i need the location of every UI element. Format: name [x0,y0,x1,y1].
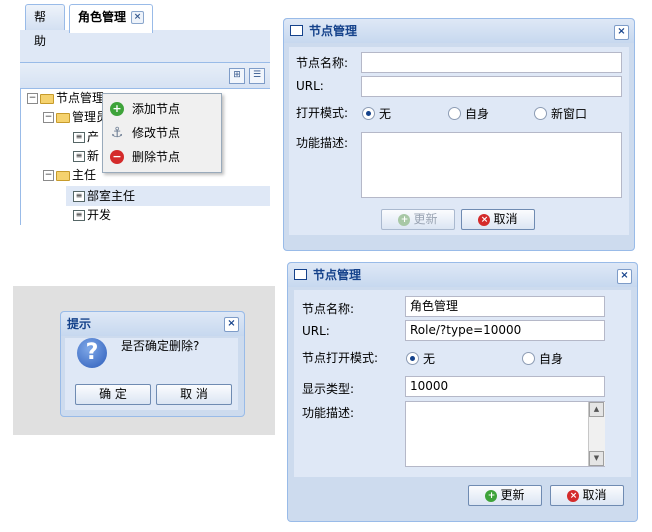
node-name-input[interactable]: 角色管理 [405,296,605,317]
node-dialog-top: 节点管理 × 节点名称: URL: 打开模式: 无 自身 新窗口 功能描述: +… [283,18,635,251]
tab-label: 角色管理 [78,10,127,24]
open-mode-label: 节点打开模式: [302,351,379,365]
close-icon[interactable]: × [131,11,145,24]
node-name-input[interactable] [361,52,622,73]
folder-open-icon [56,112,70,123]
description-textarea[interactable] [405,401,605,467]
context-menu: + 添加节点 ⚓ 修改节点 − 删除节点 [102,93,222,173]
cancel-button[interactable]: × 取消 [461,209,535,230]
tree-leaf[interactable]: ≡ 新 [73,147,99,165]
anchor-icon: ⚓ [110,125,124,141]
tree-leaf-dev[interactable]: ≡ 开发 [73,206,111,224]
radio-none[interactable] [406,352,419,365]
dialog-header: 节点管理 [284,19,634,43]
dialog-title: 节点管理 [313,268,362,282]
url-input[interactable]: Role/?type=10000 [405,320,605,341]
name-label: 节点名称: [302,302,355,316]
collapse-icon[interactable]: − [43,112,54,123]
tree-leaf-dept-director[interactable]: ≡ 部室主任 [73,187,135,205]
leaf-node-icon: ≡ [73,191,85,202]
confirm-cancel-button[interactable]: 取 消 [156,384,232,405]
dialog-header: 节点管理 [288,263,637,287]
scroll-down-icon[interactable]: ▼ [589,451,604,466]
url-label: URL: [302,324,330,338]
description-textarea[interactable] [361,132,622,198]
tree-node-root[interactable]: − 节点管理 [27,89,104,107]
scrollbar[interactable]: ▲ ▼ [588,402,605,466]
add-icon: + [110,102,124,116]
folder-open-icon [56,170,70,181]
update-button[interactable]: + 更新 [468,485,542,506]
collapse-icon[interactable]: − [27,93,38,104]
menu-item-edit-node[interactable]: ⚓ 修改节点 [103,121,221,145]
close-icon[interactable]: × [617,269,632,284]
confirm-ok-button[interactable]: 确 定 [75,384,151,405]
update-button[interactable]: + 更新 [381,209,455,230]
delete-icon: − [110,150,124,164]
collapse-icon[interactable]: − [43,170,54,181]
expand-all-icon[interactable]: ⊞ [229,68,245,84]
open-mode-label: 打开模式: [296,106,349,120]
leaf-node-icon: ≡ [73,210,85,221]
url-input[interactable] [361,76,622,97]
description-label: 功能描述: [302,406,355,420]
folder-open-icon [40,93,54,104]
tab-role-management[interactable]: 角色管理 × [69,4,153,33]
confirm-title: 提示 [67,317,92,331]
description-label: 功能描述: [296,136,349,150]
cancel-icon: × [567,489,580,502]
cancel-icon: × [478,213,491,226]
question-icon: ? [77,338,107,368]
radio-new-window[interactable] [534,107,547,120]
radio-self[interactable] [522,352,535,365]
tree-leaf[interactable]: ≡ 产 [73,128,99,146]
display-type-input[interactable]: 10000 [405,376,605,397]
name-label: 节点名称: [296,56,349,70]
refresh-icon: + [485,489,498,502]
tab-bar [20,30,270,63]
list-icon[interactable]: ☰ [249,68,265,84]
tab-help[interactable]: 帮助 [25,4,65,48]
display-type-label: 显示类型: [302,382,355,396]
scroll-up-icon[interactable]: ▲ [589,402,604,417]
tree-toolbar: ⊞ ☰ [20,63,270,89]
menu-item-delete-node[interactable]: − 删除节点 [103,145,221,169]
radio-none[interactable] [362,107,375,120]
url-label: URL: [296,79,324,93]
cancel-button[interactable]: × 取消 [550,485,624,506]
close-icon[interactable]: × [614,25,629,40]
leaf-node-icon: ≡ [73,132,85,143]
node-dialog-bottom: 节点管理 × 节点名称: 角色管理 URL: Role/?type=10000 … [287,262,638,522]
leaf-node-icon: ≡ [73,151,85,162]
tree-node-director[interactable]: − 主任 [43,166,96,184]
window-icon [294,269,307,280]
radio-self[interactable] [448,107,461,120]
refresh-icon: + [398,213,411,226]
tree-node-admin[interactable]: − 管理员 [43,108,108,126]
dialog-title: 节点管理 [309,24,358,38]
menu-item-add-node[interactable]: + 添加节点 [103,97,221,121]
confirm-message: 是否确定删除? [121,339,200,353]
window-icon [290,25,303,36]
close-icon[interactable]: × [224,317,239,332]
